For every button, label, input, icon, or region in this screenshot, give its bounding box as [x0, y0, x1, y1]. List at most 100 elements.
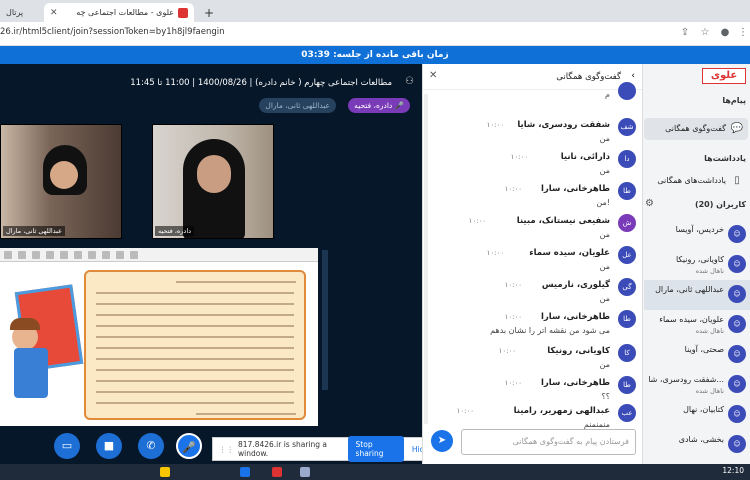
- user-avatar-icon: ☺: [728, 225, 746, 243]
- message-sender: شفقت رودسری، شایا: [517, 120, 610, 130]
- chat-input[interactable]: فرستادن پیام به گفت‌وگوی همگانی: [461, 429, 636, 455]
- user-avatar: طا: [618, 182, 636, 200]
- message-sender: طاهرخانی، سارا: [540, 184, 610, 194]
- user-name: علویان، سیده سماء: [659, 315, 724, 324]
- user-avatar-icon: ☺: [728, 405, 746, 423]
- close-tab-icon[interactable]: ✕: [50, 8, 58, 18]
- message-time: ۱۰:۰۰: [456, 407, 474, 415]
- chat-message: ش شفیعی نیستانک، مبینا ۱۰:۰۰ من: [431, 214, 636, 248]
- user-avatar: عل: [618, 246, 636, 264]
- user-list-item[interactable]: ☺ بخشی، شادی: [644, 430, 750, 460]
- taskbar-clock: 12:10: [722, 466, 744, 475]
- users-toggle-icon[interactable]: ⚇: [405, 76, 414, 87]
- browser-tab-active[interactable]: علوی - مطالعات اجتماعی چه ✕: [44, 3, 194, 22]
- chat-panel: ✕ گفت‌وگوی همگانی ‹ م شف شفقت رودسری، شایا…: [422, 64, 643, 464]
- message-sender: طاهرخانی، سارا: [540, 378, 610, 388]
- user-name: کاویانی، رونیکا: [675, 255, 724, 264]
- chat-message: گی گیلوری، نارمیس ۱۰:۰۰ من: [431, 278, 636, 312]
- user-list-item[interactable]: ☺ صحتی، آوینا: [644, 340, 750, 370]
- user-name: عبداللهی ثانی، مارال: [655, 285, 724, 294]
- chat-scrollbar[interactable]: [424, 94, 428, 424]
- gear-icon[interactable]: ⚙: [645, 198, 654, 209]
- message-sender: دارائی، نانیا: [560, 152, 610, 162]
- chat-header: ✕ گفت‌وگوی همگانی ‹: [423, 64, 643, 90]
- shared-notes-item[interactable]: ▯ یادداشت‌های همگانی: [644, 170, 748, 192]
- textbook-page: [84, 270, 306, 420]
- chat-message: کا کاویانی، رونیکا ۱۰:۰۰ من: [431, 344, 636, 378]
- address-bar: 26.ir/html5client/join?sessionToken=by1h…: [0, 22, 750, 46]
- message-sender: علویان، سیده سماء: [529, 248, 610, 258]
- tab-label: پرتال: [6, 8, 24, 17]
- user-list-panel: علوی پیام‌ها 💬 گفت‌وگوی همگانی یادداشت‌ه…: [642, 64, 750, 464]
- app-icon[interactable]: [240, 467, 250, 477]
- message-body: منمنمنم: [583, 420, 610, 429]
- phone-button[interactable]: ✆: [138, 433, 164, 459]
- presentation-area: ⚇ مطالعات اجتماعی چهارم ( خانم دادره) | …: [0, 64, 422, 464]
- share-icon[interactable]: ⇪: [678, 26, 692, 40]
- chat-message: طا طاهرخانی، سارا ۱۰:۰۰ من!: [431, 182, 636, 216]
- browser-tab-bar: پرتال علوی - مطالعات اجتماعی چه ✕ +: [0, 0, 750, 22]
- video-tile-student[interactable]: عبداللهی ثانی، مارال: [0, 124, 122, 239]
- url-field[interactable]: 26.ir/html5client/join?sessionToken=by1h…: [0, 27, 225, 37]
- share-screen-button[interactable]: ▭: [54, 433, 80, 459]
- user-name: کتابیان، نهال: [683, 405, 724, 414]
- user-avatar: ش: [618, 214, 636, 232]
- video-tile-teacher[interactable]: دادره، فتحیه: [152, 124, 274, 239]
- user-avatar-icon: ☺: [728, 315, 746, 333]
- stop-sharing-button[interactable]: Stop sharing: [347, 436, 404, 462]
- chat-message: دا دارائی، نانیا ۱۰:۰۰ من: [431, 150, 636, 184]
- user-avatar: گی: [618, 278, 636, 296]
- message-body: من: [599, 294, 610, 303]
- video-name-label: دادره، فتحیه: [155, 226, 195, 236]
- user-list-item[interactable]: ☺ شفقت رودسری، شا... ناهال شده: [644, 370, 750, 400]
- user-avatar: طا: [618, 376, 636, 394]
- message-time: ۱۰:۰۰: [504, 379, 522, 387]
- profile-icon[interactable]: ●: [718, 26, 732, 40]
- user-list-item[interactable]: ☺ کتابیان، نهال: [644, 400, 750, 430]
- os-taskbar: 12:10: [0, 464, 750, 480]
- user-avatar: طا: [618, 310, 636, 328]
- file-icon: ▯: [734, 175, 740, 186]
- user-list-item[interactable]: ☺ علویان، سیده سماء ناهال شده: [644, 310, 750, 340]
- send-button[interactable]: ➤: [431, 430, 453, 452]
- chat-message: طا طاهرخانی، سارا ۱۰:۰۰ می شود من نقشه اتر …: [431, 310, 636, 344]
- shared-screen[interactable]: [0, 248, 318, 426]
- browser-tab-portal[interactable]: پرتال: [0, 3, 40, 22]
- grip-icon: ⋮⋮: [219, 444, 234, 454]
- message-time: ۱۰:۰۰: [486, 121, 504, 129]
- user-list-item[interactable]: ☺ کاویانی، رونیکا ناهال شده: [644, 250, 750, 280]
- user-list-item[interactable]: ☺ عبداللهی ثانی، مارال: [644, 280, 750, 310]
- public-chat-item[interactable]: 💬 گفت‌وگوی همگانی: [644, 118, 748, 140]
- message-sender: کاویانی، رونیکا: [547, 346, 610, 356]
- close-icon[interactable]: ✕: [429, 70, 437, 81]
- video-name-label: عبداللهی ثانی، مارال: [3, 226, 65, 236]
- microphone-button[interactable]: 🎤: [176, 433, 202, 459]
- user-name: خردیس، آویسا: [675, 225, 724, 234]
- presentation-scrollbar[interactable]: [322, 250, 328, 390]
- app-icon[interactable]: [300, 467, 310, 477]
- message-sender: طاهرخانی، سارا: [540, 312, 610, 322]
- user-avatar: شف: [618, 118, 636, 136]
- chat-message: شف شفقت رودسری، شایا ۱۰:۰۰ من: [431, 118, 636, 152]
- chat-message: عل علویان، سیده سماء ۱۰:۰۰ من: [431, 246, 636, 280]
- camera-button[interactable]: ■: [96, 433, 122, 459]
- user-list-item[interactable]: ☺ خردیس، آویسا: [644, 220, 750, 250]
- user-avatar-icon: ☺: [728, 375, 746, 393]
- talking-indicator-1: دادره، فتحیه 🎤: [348, 98, 410, 113]
- chevron-left-icon[interactable]: ‹: [631, 71, 635, 81]
- user-name: بخشی، شادی: [678, 435, 724, 444]
- screen-sharing-banner: ⋮⋮ 817.8426.ir is sharing a window. Stop…: [212, 436, 430, 462]
- message-sender: شفیعی نیستانک، مبینا: [516, 216, 610, 226]
- menu-icon[interactable]: ⋮: [736, 26, 750, 40]
- explorer-icon[interactable]: [160, 467, 170, 477]
- star-icon[interactable]: ☆: [698, 26, 712, 40]
- users-section-title: کاربران (20): [694, 200, 746, 209]
- school-logo: علوی: [702, 68, 746, 84]
- message-time: ۱۰:۰۰: [504, 313, 522, 321]
- message-sender: عبدالهی زمهریر، رامینا: [513, 406, 610, 416]
- boy-body: [14, 348, 48, 398]
- new-tab-button[interactable]: +: [198, 3, 214, 22]
- user-avatar: عب: [618, 404, 636, 422]
- boy-hair: [10, 318, 40, 330]
- chrome-icon[interactable]: [272, 467, 282, 477]
